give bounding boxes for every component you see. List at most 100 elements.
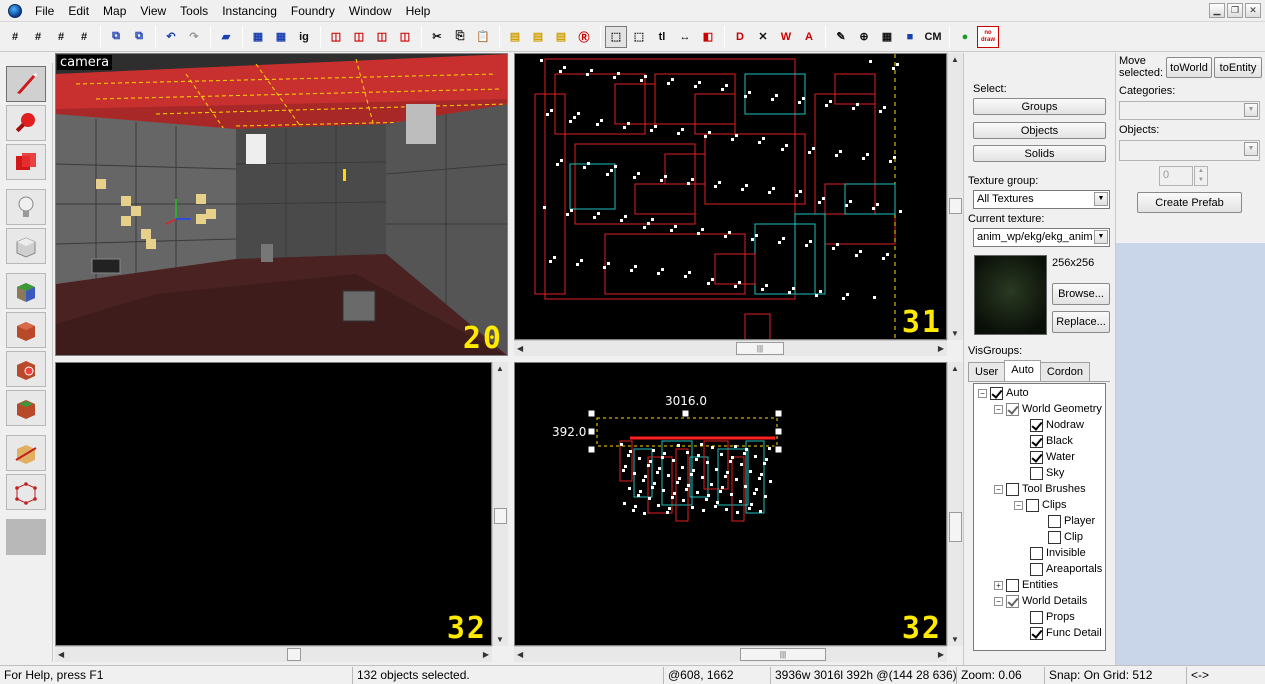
leaf-icon[interactable]: ● xyxy=(954,26,976,48)
paste-icon[interactable]: 📋 xyxy=(472,26,494,48)
grid-3d-icon[interactable]: # xyxy=(27,26,49,48)
displacement-icon[interactable]: D xyxy=(729,26,751,48)
tree-node-tool-brushes[interactable]: − Tool Brushes xyxy=(994,481,1086,497)
to-world-button[interactable]: toWorld xyxy=(1166,57,1212,78)
current-texture-select[interactable]: anim_wp/ekg/ekg_anim ▼ xyxy=(973,228,1110,247)
collapse-icon[interactable]: − xyxy=(994,484,1003,494)
block-tool[interactable] xyxy=(6,228,46,264)
ungroup-icon[interactable]: ⧉ xyxy=(128,26,150,48)
count-input[interactable]: 0 xyxy=(1159,166,1193,186)
scroll-left-icon[interactable]: ◀ xyxy=(58,650,64,659)
apply-current-texture-tool[interactable] xyxy=(6,312,46,348)
checkbox[interactable] xyxy=(1026,498,1039,512)
scroll-thumb[interactable] xyxy=(949,198,962,214)
checkbox[interactable] xyxy=(1030,434,1043,448)
group-icon[interactable]: ⧉ xyxy=(105,26,127,48)
checkbox[interactable] xyxy=(1030,450,1043,464)
texture-lock-toggle-button[interactable]: tl xyxy=(651,26,673,48)
select-objects-button[interactable]: Objects xyxy=(973,122,1106,139)
tree-node-props[interactable]: Props xyxy=(1030,609,1075,625)
checkbox[interactable] xyxy=(1030,418,1043,432)
checkbox[interactable] xyxy=(1006,594,1019,608)
flip-icon[interactable]: ◧ xyxy=(697,26,719,48)
tree-node-black[interactable]: Black xyxy=(1030,433,1073,449)
checkbox[interactable] xyxy=(1030,610,1043,624)
checkbox[interactable] xyxy=(990,386,1003,400)
checkbox[interactable] xyxy=(1006,402,1019,416)
vertex-tool[interactable] xyxy=(6,474,46,510)
tab-auto[interactable]: Auto xyxy=(1004,360,1041,381)
scroll-thumb[interactable]: ||| xyxy=(736,342,784,355)
hide-unselected-icon[interactable]: ▦ xyxy=(270,26,292,48)
collapse-icon[interactable]: − xyxy=(994,596,1003,606)
tree-node-world-details[interactable]: − World Details xyxy=(994,593,1087,609)
nodraw-toggle-button[interactable]: no draw xyxy=(977,25,999,48)
tree-node-player[interactable]: Player xyxy=(1048,513,1095,529)
scroll-down-icon[interactable]: ▼ xyxy=(496,635,504,644)
browse-texture-button[interactable]: Browse... xyxy=(1052,283,1110,305)
texture-lock-icon[interactable]: ▤ xyxy=(504,26,526,48)
map-diff-icon[interactable]: ▦ xyxy=(876,26,898,48)
texture-align-icon[interactable]: ▤ xyxy=(550,26,572,48)
draw-helpers-icon[interactable]: ✕ xyxy=(752,26,774,48)
menu-edit[interactable]: Edit xyxy=(61,0,96,22)
to-entity-button[interactable]: toEntity xyxy=(1214,57,1262,78)
areaportal-icon[interactable]: A xyxy=(798,26,820,48)
checkbox[interactable] xyxy=(1006,482,1019,496)
scroll-thumb[interactable]: ||| xyxy=(740,648,826,661)
menu-instancing[interactable]: Instancing xyxy=(215,0,284,22)
texture-replace-icon[interactable]: Ⓡ xyxy=(573,26,595,48)
scroll-right-icon[interactable]: ▶ xyxy=(938,650,944,659)
checkbox[interactable] xyxy=(1030,626,1043,640)
wireframe-red-icon[interactable]: W xyxy=(775,26,797,48)
texture-application-tool[interactable] xyxy=(6,273,46,309)
select-solids-button[interactable]: Solids xyxy=(973,145,1106,162)
tree-node-areaportals[interactable]: Areaportals xyxy=(1030,561,1102,577)
toggle-select-box-icon[interactable]: ⬚ xyxy=(605,25,627,48)
close-icon[interactable]: ✕ xyxy=(1245,3,1261,18)
grid-larger-icon[interactable]: # xyxy=(73,26,95,48)
carve-icon[interactable]: ▰ xyxy=(215,26,237,48)
scroll-right-icon[interactable]: ▶ xyxy=(483,650,489,659)
camera-tool[interactable] xyxy=(6,144,46,180)
cube-flat-icon[interactable]: ◫ xyxy=(348,26,370,48)
collapse-icon[interactable]: − xyxy=(978,388,987,398)
hide-selected-icon[interactable]: ▦ xyxy=(247,26,269,48)
tree-node-world-geometry[interactable]: − World Geometry xyxy=(994,401,1102,417)
tree-node-entities[interactable]: + Entities xyxy=(994,577,1058,593)
scroll-up-icon[interactable]: ▲ xyxy=(496,364,504,373)
checkbox[interactable] xyxy=(1048,514,1061,528)
overlay-tool[interactable] xyxy=(6,390,46,426)
tree-node-clips[interactable]: − Clips xyxy=(1014,497,1066,513)
count-spinner[interactable]: ▲ ▼ xyxy=(1194,166,1208,186)
grid-toggle-icon[interactable]: # xyxy=(4,26,26,48)
collapse-icon[interactable]: − xyxy=(994,404,1003,414)
tree-node-func-detail[interactable]: Func Detail xyxy=(1030,625,1102,641)
menu-map[interactable]: Map xyxy=(96,0,133,22)
menu-window[interactable]: Window xyxy=(342,0,399,22)
undo-icon[interactable]: ↶ xyxy=(160,26,182,48)
checkbox[interactable] xyxy=(1006,578,1019,592)
menu-view[interactable]: View xyxy=(133,0,173,22)
expand-icon[interactable]: + xyxy=(994,580,1003,590)
tree-node-water[interactable]: Water xyxy=(1030,449,1075,465)
tree-node-sky[interactable]: Sky xyxy=(1030,465,1064,481)
tab-user[interactable]: User xyxy=(968,362,1006,381)
front-2d-viewport[interactable]: 3016.0 392.0 32 xyxy=(514,362,947,646)
copy-icon[interactable]: ⎘ xyxy=(449,26,471,48)
menu-foundry[interactable]: Foundry xyxy=(284,0,342,22)
menu-file[interactable]: File xyxy=(28,0,61,22)
scroll-thumb[interactable] xyxy=(287,648,301,661)
replace-texture-button[interactable]: Replace... xyxy=(1052,311,1110,333)
texture-scale-lock-icon[interactable]: ▤ xyxy=(527,26,549,48)
toggle-select-handles-icon[interactable]: ⬚ xyxy=(628,26,650,48)
grid-smaller-icon[interactable]: # xyxy=(50,26,72,48)
restore-icon[interactable]: ❐ xyxy=(1227,3,1243,18)
camera-viewport[interactable]: camera 20 xyxy=(55,53,508,356)
front-viewport-vertical-scrollbar[interactable]: ▲ ▼ xyxy=(947,362,963,646)
selection-tool[interactable] xyxy=(6,66,46,102)
side-2d-viewport[interactable]: 32 xyxy=(55,362,492,646)
tree-node-invisible[interactable]: Invisible xyxy=(1030,545,1086,561)
create-prefab-button[interactable]: Create Prefab xyxy=(1137,192,1242,213)
top-viewport-horizontal-scrollbar[interactable]: ◀ ||| ▶ xyxy=(514,340,947,356)
